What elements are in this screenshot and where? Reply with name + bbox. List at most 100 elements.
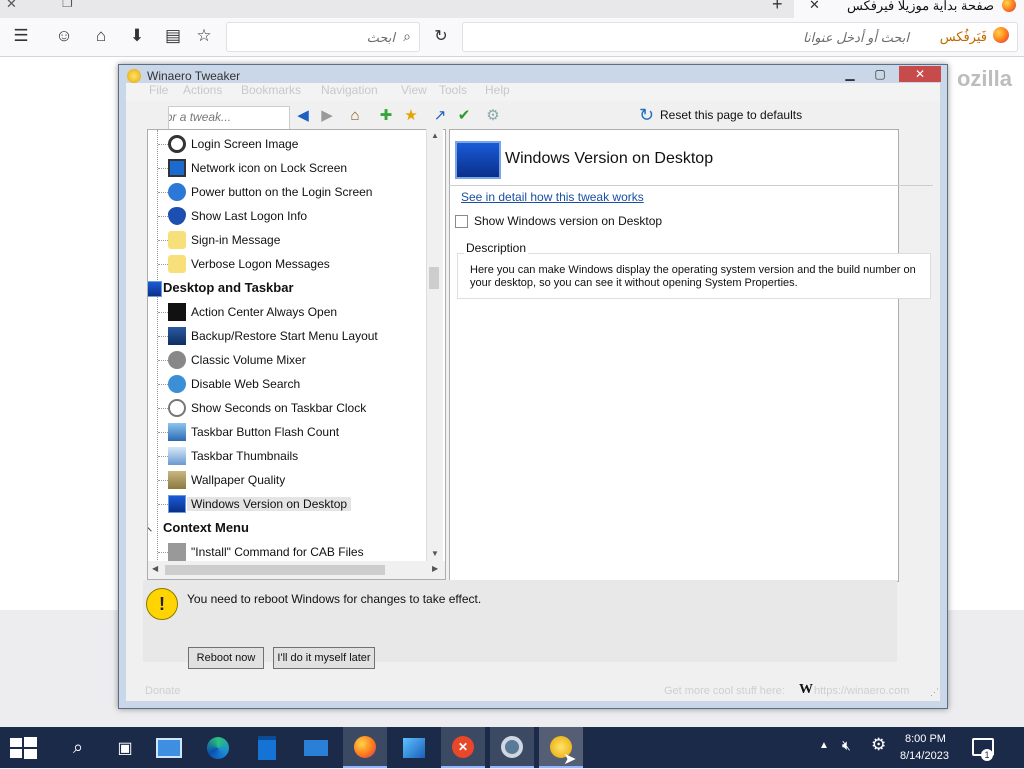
show-version-checkbox[interactable] bbox=[455, 215, 468, 228]
tree-category-label: Context Menu bbox=[163, 520, 249, 535]
reset-icon[interactable]: ↻ bbox=[639, 105, 654, 126]
taskbar-search-icon[interactable]: ⌕ bbox=[56, 727, 100, 768]
clock-time[interactable]: 8:00 PM bbox=[905, 733, 946, 745]
close-button[interactable]: ✕ bbox=[899, 66, 941, 82]
donate-link[interactable]: Donate bbox=[145, 685, 180, 697]
bookmark-star-icon[interactable]: ☆ bbox=[191, 23, 217, 49]
shield-question-icon bbox=[168, 207, 186, 225]
add-bookmark-icon[interactable]: ✚ bbox=[376, 105, 396, 125]
tree-item[interactable]: Windows Version on Desktop bbox=[148, 492, 427, 516]
tree-item[interactable]: Action Center Always Open bbox=[148, 300, 427, 324]
tree-scroll-thumb[interactable] bbox=[429, 267, 439, 289]
tree-item[interactable]: Taskbar Button Flash Count bbox=[148, 420, 427, 444]
taskbar-app-store[interactable] bbox=[245, 727, 289, 768]
menu-icon[interactable]: ☰ bbox=[8, 23, 34, 49]
apply-check-icon[interactable]: ✔ bbox=[454, 105, 474, 125]
reset-page-link[interactable]: Reset this page to defaults bbox=[660, 108, 802, 122]
library-icon[interactable]: ▤ bbox=[160, 23, 186, 49]
menu-help[interactable]: Help bbox=[485, 83, 510, 97]
show-hidden-icons[interactable]: ▲ bbox=[819, 740, 829, 751]
start-button[interactable] bbox=[0, 727, 46, 768]
firefox-taskbar-icon bbox=[354, 735, 376, 758]
tweak-detail-link[interactable]: See in detail how this tweak works bbox=[461, 190, 644, 204]
tab-title: صفحة بداية موزيلا فيرفكس bbox=[846, 0, 994, 13]
tree-item[interactable]: Classic Volume Mixer bbox=[148, 348, 427, 372]
task-view-icon[interactable]: ▣ bbox=[103, 727, 147, 768]
tree-item[interactable]: Power button on the Login Screen bbox=[148, 180, 427, 204]
reboot-later-button[interactable]: I'll do it myself later bbox=[273, 647, 375, 669]
tab-close-icon[interactable]: ✕ bbox=[809, 0, 820, 13]
tree-connector bbox=[158, 192, 168, 193]
tree-item[interactable]: Network icon on Lock Screen bbox=[148, 156, 427, 180]
tree-item-label: Login Screen Image bbox=[191, 137, 299, 151]
tree-vertical-scrollbar[interactable]: ▲ ▼ bbox=[426, 129, 443, 561]
identity-label[interactable]: فَيَرفُكس bbox=[940, 29, 987, 45]
forward-icon[interactable]: ▶ bbox=[317, 105, 337, 125]
tree-item[interactable]: Login Screen Image bbox=[148, 132, 427, 156]
taskbar-app-edge[interactable] bbox=[196, 727, 240, 768]
back-icon[interactable]: ◀ bbox=[293, 105, 313, 125]
taskbar-app-screen[interactable] bbox=[147, 727, 191, 768]
window-close-icon[interactable]: ✕ bbox=[6, 0, 17, 12]
menu-tools[interactable]: Tools bbox=[439, 83, 467, 97]
menu-actions[interactable]: Actions bbox=[183, 83, 222, 97]
windows-logo-icon bbox=[10, 736, 37, 759]
scroll-down-icon[interactable]: ▼ bbox=[431, 549, 439, 558]
tree-category-desktop-taskbar[interactable]: ◢ Desktop and Taskbar bbox=[148, 276, 427, 300]
download-icon[interactable]: ⬇ bbox=[124, 23, 150, 49]
resize-grip-icon[interactable]: ⋰ bbox=[930, 687, 939, 698]
account-icon[interactable]: ☺ bbox=[51, 23, 77, 49]
taskbar-app-red[interactable]: ✕ bbox=[441, 727, 485, 768]
minimize-button[interactable]: ▁ bbox=[837, 66, 863, 82]
shortcut-icon[interactable]: ↗ bbox=[430, 105, 450, 125]
scroll-up-icon[interactable]: ▲ bbox=[431, 131, 439, 140]
tree-item[interactable]: Show Last Logon Info bbox=[148, 204, 427, 228]
url-bar[interactable]: ابحث أو أدخل عنوانا فَيَرفُكس bbox=[462, 22, 1018, 52]
scroll-left-icon[interactable]: ◀ bbox=[152, 564, 158, 573]
maximize-button[interactable]: ▢ bbox=[867, 66, 893, 82]
menu-view[interactable]: View bbox=[401, 83, 427, 97]
menu-bookmarks[interactable]: Bookmarks bbox=[241, 83, 301, 97]
tree-item[interactable]: Wallpaper Quality bbox=[148, 468, 427, 492]
tree-item[interactable]: Taskbar Thumbnails bbox=[148, 444, 427, 468]
show-version-label[interactable]: Show Windows version on Desktop bbox=[474, 214, 662, 228]
tree-hscroll-thumb[interactable] bbox=[165, 565, 385, 575]
winaero-site-link[interactable]: https://winaero.com bbox=[814, 685, 909, 697]
reboot-now-button[interactable]: Reboot now bbox=[188, 647, 264, 669]
screen-app-icon bbox=[156, 737, 182, 758]
tree-item[interactable]: Backup/Restore Start Menu Layout bbox=[148, 324, 427, 348]
bookmarks-star-icon[interactable]: ★ bbox=[401, 105, 421, 125]
taskbar-app-firefox[interactable] bbox=[343, 727, 387, 768]
window-restore-icon[interactable]: ❐ bbox=[62, 0, 73, 10]
tree-item-label: Classic Volume Mixer bbox=[191, 353, 306, 367]
tweak-tree[interactable]: Login Screen Image Network icon on Lock S… bbox=[147, 129, 446, 563]
volume-muted-icon[interactable]: 🔇︎ bbox=[842, 737, 851, 754]
detail-title: Windows Version on Desktop bbox=[505, 150, 714, 167]
tree-item[interactable]: Verbose Logon Messages bbox=[148, 252, 427, 276]
scroll-right-icon[interactable]: ▶ bbox=[432, 564, 438, 573]
home-page-icon[interactable]: ⌂ bbox=[345, 105, 365, 125]
tree-item[interactable]: "Install" Command for CAB Files bbox=[148, 540, 427, 562]
search-icon: ⌕ bbox=[403, 28, 411, 44]
clock-date[interactable]: 8/14/2023 bbox=[900, 750, 949, 762]
taskbar-app-mail[interactable] bbox=[294, 727, 338, 768]
tree-item[interactable]: Sign-in Message bbox=[148, 228, 427, 252]
tree-item[interactable]: Show Seconds on Taskbar Clock bbox=[148, 396, 427, 420]
tree-category-context-menu[interactable]: ◢ ↖ Context Menu bbox=[148, 516, 427, 540]
menu-file[interactable]: File bbox=[149, 83, 168, 97]
menu-navigation[interactable]: Navigation bbox=[321, 83, 378, 97]
tree-connector bbox=[158, 168, 168, 169]
search-input[interactable]: ⌕ ابحث bbox=[226, 22, 420, 52]
taskbar-app-photos[interactable] bbox=[392, 727, 436, 768]
message-icon bbox=[168, 255, 186, 273]
mouse-cursor-icon: ➤ bbox=[563, 751, 577, 768]
home-icon[interactable]: ⌂ bbox=[88, 23, 114, 49]
tree-item-label: Sign-in Message bbox=[191, 233, 281, 247]
reload-icon[interactable]: ↻ bbox=[428, 23, 454, 49]
new-tab-button[interactable]: + bbox=[772, 0, 783, 15]
tweak-search-input[interactable]: Search for a tweak... bbox=[168, 106, 290, 130]
settings-gear-icon[interactable]: ⚙ bbox=[483, 105, 503, 125]
taskbar-app-gear[interactable] bbox=[490, 727, 534, 768]
settings-tray-icon[interactable]: ⚙ bbox=[871, 735, 886, 755]
tree-item[interactable]: Disable Web Search bbox=[148, 372, 427, 396]
